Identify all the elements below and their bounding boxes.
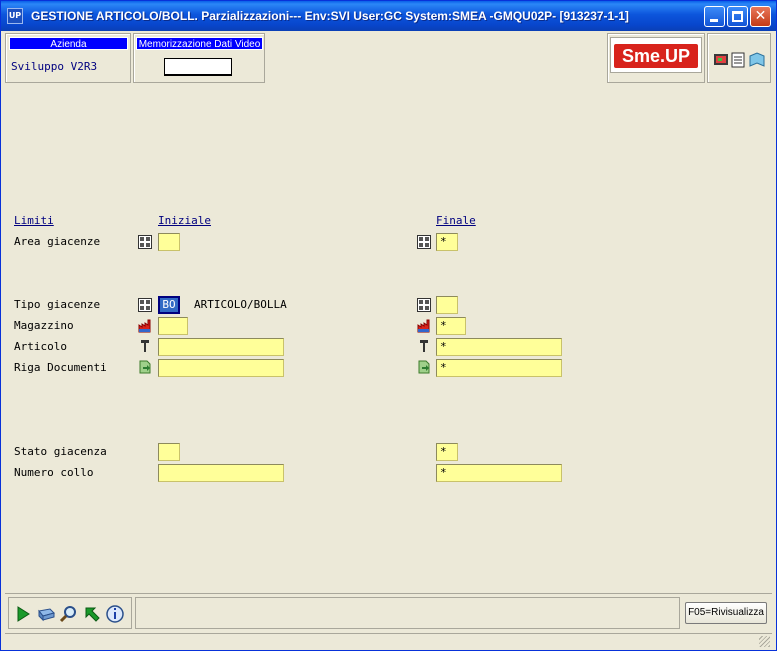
factory-icon[interactable]: [138, 319, 152, 333]
back-arrow-icon[interactable]: [82, 604, 102, 624]
label-tipo-giacenze: Tipo giacenze: [14, 298, 101, 311]
riga-documenti-initial[interactable]: [158, 359, 284, 377]
memo-input[interactable]: [164, 58, 232, 76]
close-icon: ✕: [754, 8, 767, 24]
azienda-label: Azienda: [9, 37, 128, 50]
logo-text: Sme.UP: [614, 44, 698, 68]
memo-label: Memorizzazione Dati Video: [136, 37, 263, 50]
info-icon[interactable]: [105, 604, 125, 624]
application-window: UP GESTIONE ARTICOLO/BOLL. Parzializzazi…: [0, 0, 777, 651]
smeup-logo: Sme.UP: [610, 37, 702, 73]
label-riga-documenti: Riga Documenti: [14, 361, 107, 374]
numero-collo-initial[interactable]: [158, 464, 284, 482]
label-articolo: Articolo: [14, 340, 67, 353]
title-bar[interactable]: UP GESTIONE ARTICOLO/BOLL. Parzializzazi…: [1, 1, 776, 31]
book-icon: [749, 52, 765, 67]
area-giacenze-initial[interactable]: [158, 233, 180, 251]
stato-giacenza-final[interactable]: *: [436, 443, 458, 461]
azienda-value: Sviluppo V2R3: [11, 60, 98, 73]
azienda-panel: Azienda Sviluppo V2R3: [5, 33, 131, 83]
close-button[interactable]: ✕: [750, 6, 771, 27]
stato-giacenza-initial[interactable]: [158, 443, 180, 461]
window-title: GESTIONE ARTICOLO/BOLL. Parzializzazioni…: [31, 9, 629, 23]
app-icon[interactable]: UP: [7, 8, 23, 24]
articolo-initial[interactable]: [158, 338, 284, 356]
area-giacenze-final[interactable]: *: [436, 233, 458, 251]
col-finale: Finale: [436, 214, 476, 227]
minimize-button[interactable]: [704, 6, 725, 27]
riga-documenti-final[interactable]: *: [436, 359, 562, 377]
command-icons-panel: [8, 597, 132, 629]
document-row-icon[interactable]: [138, 360, 152, 374]
magazzino-final[interactable]: *: [436, 317, 466, 335]
grid-icon[interactable]: [138, 298, 152, 312]
maximize-button[interactable]: [727, 6, 748, 27]
monitor-icon-detail: [718, 58, 722, 61]
nail-icon[interactable]: [138, 339, 152, 353]
grid-icon[interactable]: [138, 235, 152, 249]
f05-rivisualizza-button[interactable]: F05=Rivisualizza: [685, 602, 767, 624]
document-row-icon[interactable]: [417, 360, 431, 374]
col-limiti: Limiti: [14, 214, 54, 227]
play-icon[interactable]: [13, 604, 33, 624]
articolo-final[interactable]: *: [436, 338, 562, 356]
nail-icon[interactable]: [417, 339, 431, 353]
numero-collo-final[interactable]: *: [436, 464, 562, 482]
message-panel: [135, 597, 680, 629]
status-bar: [5, 633, 772, 649]
form-area: Limiti Iniziale Finale Area giacenze * T…: [5, 87, 772, 589]
tipo-giacenze-desc: ARTICOLO/BOLLA: [194, 298, 287, 311]
col-iniziale: Iniziale: [158, 214, 211, 227]
memo-panel: Memorizzazione Dati Video: [133, 33, 265, 83]
tools-panel: [707, 33, 771, 83]
grid-icon[interactable]: [417, 298, 431, 312]
label-numero-collo: Numero collo: [14, 466, 94, 479]
resize-grip[interactable]: [759, 636, 770, 647]
factory-icon[interactable]: [417, 319, 431, 333]
label-stato-giacenza: Stato giacenza: [14, 445, 107, 458]
bottom-toolbar: F05=Rivisualizza: [5, 593, 772, 631]
search-icon[interactable]: [59, 604, 79, 624]
maximize-icon: [732, 11, 743, 22]
tipo-giacenze-final[interactable]: [436, 296, 458, 314]
tipo-giacenze-initial[interactable]: BO: [158, 296, 180, 314]
label-magazzino: Magazzino: [14, 319, 74, 332]
magazzino-initial[interactable]: [158, 317, 188, 335]
box-icon[interactable]: [36, 604, 56, 624]
grid-icon[interactable]: [417, 235, 431, 249]
minimize-icon: [710, 19, 718, 22]
label-area-giacenze: Area giacenze: [14, 235, 101, 248]
tools-icons[interactable]: [713, 52, 767, 68]
